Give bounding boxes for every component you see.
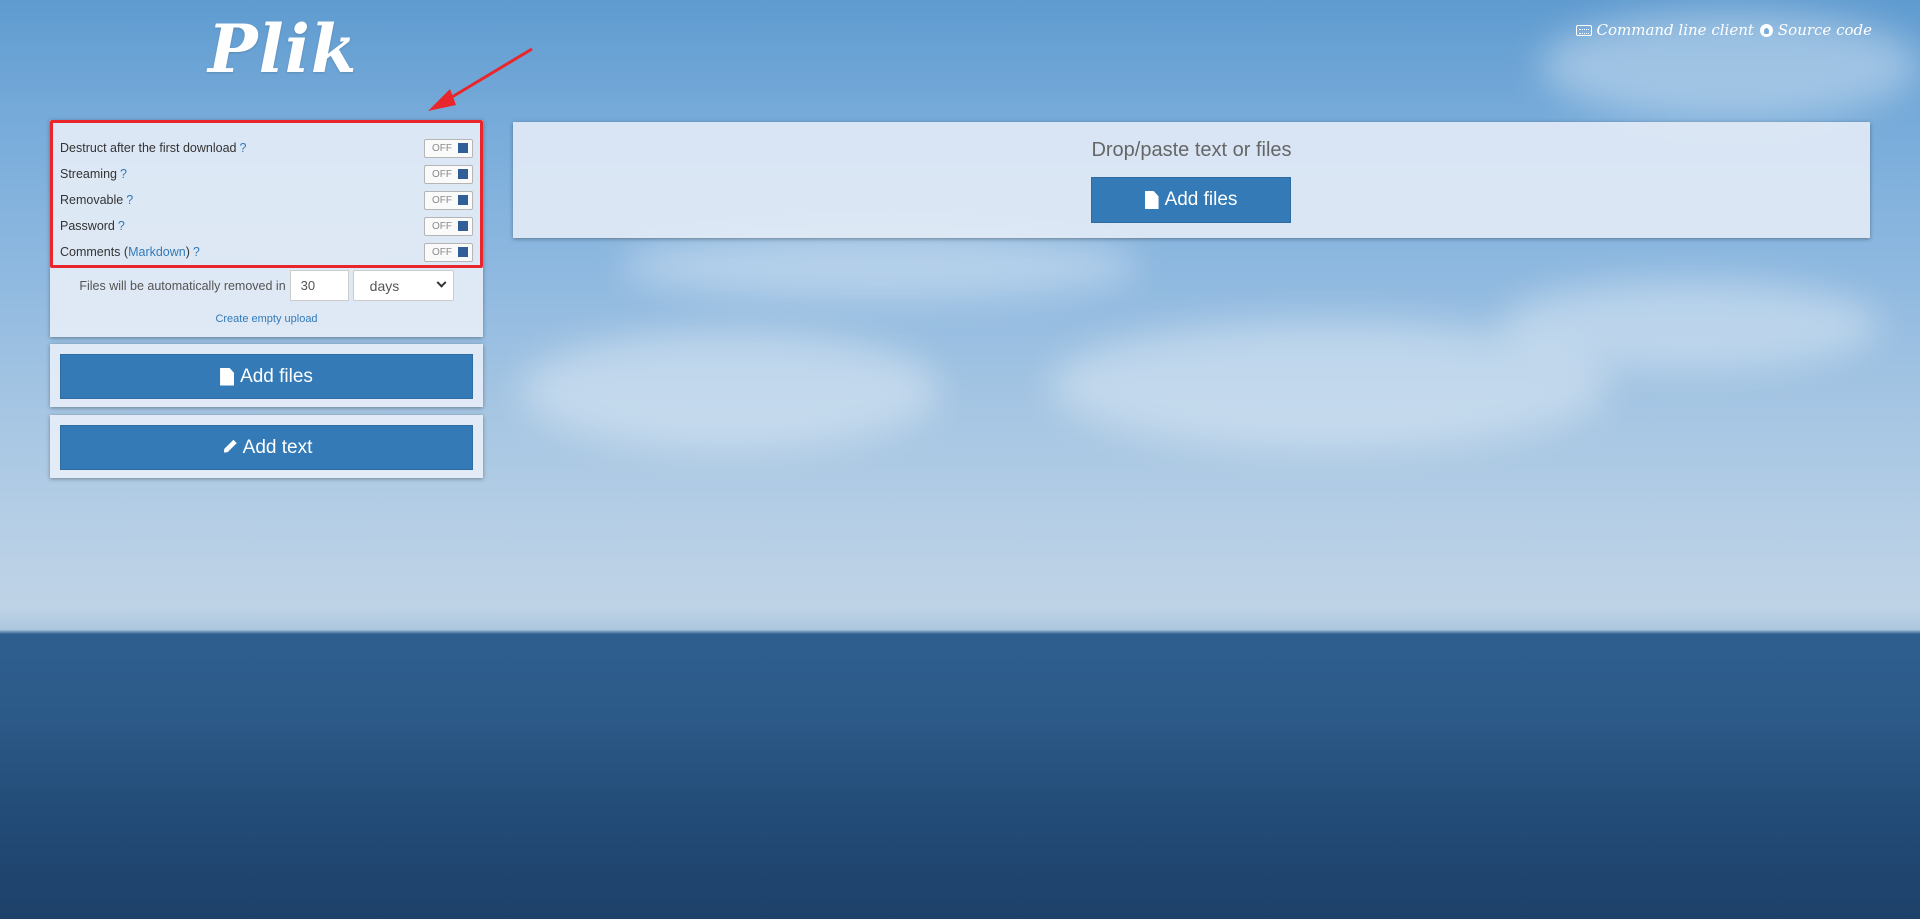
option-label: Password: [60, 219, 115, 233]
expiry-row: Files will be automatically removed in d…: [50, 270, 483, 301]
toggle-knob: [458, 143, 468, 153]
option-label: Streaming: [60, 167, 117, 181]
help-link[interactable]: ?: [118, 219, 125, 233]
pencil-icon: [221, 440, 237, 456]
toggle-state: OFF: [432, 246, 452, 258]
chevron-down-icon: [436, 277, 447, 288]
option-removable: Removable? OFF: [60, 190, 473, 210]
streaming-toggle[interactable]: OFF: [424, 164, 473, 184]
removable-toggle[interactable]: OFF: [424, 190, 473, 210]
cli-link-label: Command line client: [1596, 21, 1754, 39]
add-files-label: Add files: [240, 365, 313, 387]
option-label: Comments (: [60, 245, 129, 259]
file-icon: [220, 367, 235, 386]
cloud-decoration: [1500, 280, 1880, 370]
password-toggle[interactable]: OFF: [424, 216, 473, 236]
help-link[interactable]: ?: [126, 193, 133, 207]
cloud-decoration: [520, 330, 940, 450]
add-text-label: Add text: [242, 436, 313, 458]
annotation-arrow-icon: [428, 47, 533, 111]
drop-zone-title: Drop/paste text or files: [1091, 139, 1292, 161]
markdown-link[interactable]: Markdown: [128, 245, 186, 259]
source-code-link[interactable]: Source code: [1759, 21, 1872, 39]
toggle-state: OFF: [432, 220, 452, 232]
toggle-state: OFF: [432, 168, 452, 180]
expiry-label: Files will be automatically removed in: [79, 278, 286, 293]
file-icon: [1144, 191, 1159, 209]
drop-zone[interactable]: Drop/paste text or files Add files: [513, 122, 1870, 238]
dropzone-add-files-label: Add files: [1164, 189, 1238, 210]
add-files-button[interactable]: Add files: [60, 354, 473, 399]
option-label: Destruct after the first download: [60, 141, 237, 155]
help-link[interactable]: ?: [239, 141, 246, 155]
source-code-label: Source code: [1777, 21, 1872, 39]
dropzone-add-files-button[interactable]: Add files: [1091, 177, 1291, 223]
add-files-panel: Add files: [50, 344, 483, 407]
top-nav: Command line client Source code: [1575, 21, 1872, 39]
expiry-unit-select[interactable]: days: [352, 270, 454, 301]
option-label-after: ): [185, 245, 190, 259]
help-link[interactable]: ?: [120, 167, 127, 181]
add-text-button[interactable]: Add text: [60, 425, 473, 470]
toggle-knob: [458, 169, 468, 179]
help-link[interactable]: ?: [193, 245, 200, 259]
brand-logo[interactable]: Plik: [208, 10, 358, 88]
destruct-toggle[interactable]: OFF: [424, 138, 473, 158]
option-destruct: Destruct after the first download? OFF: [60, 138, 473, 158]
option-label: Removable: [60, 193, 124, 207]
toggle-state: OFF: [432, 194, 452, 206]
option-comments: Comments (Markdown)? OFF: [60, 242, 473, 262]
toggle-knob: [458, 247, 468, 257]
upload-settings-panel: Destruct after the first download? OFF S…: [50, 120, 483, 337]
add-text-panel: Add text: [50, 415, 483, 478]
toggle-state: OFF: [432, 142, 452, 154]
cloud-decoration: [620, 230, 1140, 300]
expiry-value-input[interactable]: [289, 270, 349, 301]
toggle-knob: [458, 195, 468, 205]
comments-toggle[interactable]: OFF: [424, 242, 473, 262]
cli-link[interactable]: Command line client: [1575, 21, 1754, 39]
keyboard-icon: [1575, 24, 1592, 36]
option-password: Password? OFF: [60, 216, 473, 236]
toggle-knob: [458, 221, 468, 231]
create-empty-upload-link[interactable]: Create empty upload: [50, 313, 483, 325]
github-icon: [1759, 23, 1773, 37]
option-streaming: Streaming? OFF: [60, 164, 473, 184]
expiry-unit-value: days: [369, 277, 400, 294]
